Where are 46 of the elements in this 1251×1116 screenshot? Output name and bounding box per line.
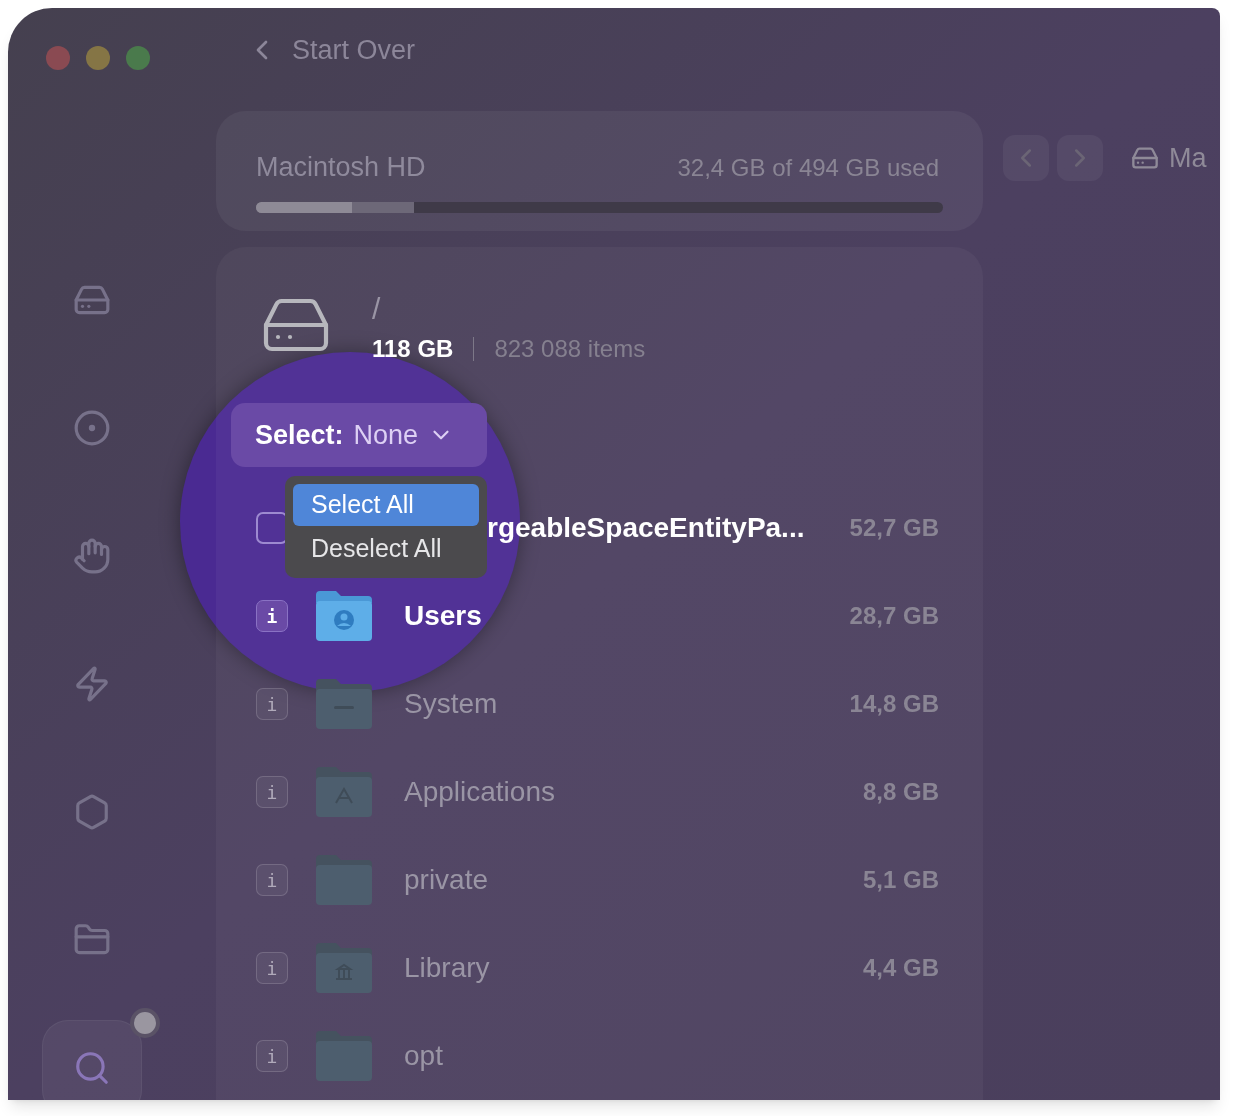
file-name: Users	[404, 599, 483, 633]
back-button[interactable]: Start Over	[246, 29, 416, 71]
menu-item[interactable]: Select All	[293, 484, 479, 526]
file-size: 28,7 GB	[849, 601, 939, 631]
sidebar-item[interactable]	[72, 536, 112, 576]
file-name: opt	[404, 1039, 444, 1073]
folder-icon	[314, 589, 374, 643]
file-size: 14,8 GB	[849, 689, 939, 719]
menu-item[interactable]: Deselect All	[293, 528, 479, 570]
sidebar-item[interactable]	[72, 408, 112, 448]
file-name: Library	[404, 951, 491, 985]
info-button[interactable]: i	[256, 864, 288, 896]
folder-icon	[314, 765, 374, 819]
info-button[interactable]: i	[256, 776, 288, 808]
folder-icon	[314, 677, 374, 731]
folder-name: /	[372, 291, 382, 327]
file-name: rgeableSpaceEntityPa...	[487, 511, 806, 545]
info-button[interactable]: i	[256, 688, 288, 720]
file-name: private	[404, 863, 490, 897]
info-button[interactable]: i	[256, 1040, 288, 1072]
file-size: 52,7 GB	[849, 513, 939, 543]
file-name: System	[404, 687, 499, 721]
folder-icon	[314, 1029, 374, 1083]
sidebar-icon	[73, 1049, 111, 1087]
sidebar-item[interactable]	[42, 1020, 142, 1100]
sidebar-icon	[73, 537, 111, 575]
disk-usage: 32,4 GB of 494 GB used	[677, 152, 939, 183]
item-count: 823 088 items	[494, 334, 646, 364]
checkbox[interactable]	[256, 512, 288, 544]
folder-size: 118 GB	[372, 334, 454, 364]
info-button[interactable]: i	[256, 952, 288, 984]
sidebar-icon	[73, 793, 111, 831]
folder-icon	[314, 941, 374, 995]
folder-icon	[314, 853, 374, 907]
forward-nav-button[interactable]	[1057, 135, 1103, 181]
file-size: 4,4 GB	[862, 953, 939, 983]
sidebar-icon	[73, 409, 111, 447]
info-button[interactable]: i	[256, 600, 288, 632]
back-nav-button[interactable]	[1003, 135, 1049, 181]
disk-name: Macintosh HD	[256, 151, 426, 185]
file-size: 8,8 GB	[862, 777, 939, 807]
file-name: Applications	[404, 775, 556, 809]
file-size: 5,1 GB	[862, 865, 939, 895]
select-dropdown[interactable]: Select: None	[231, 403, 487, 467]
sidebar-icon	[73, 665, 111, 703]
breadcrumb-label[interactable]: Ma	[1169, 137, 1207, 179]
